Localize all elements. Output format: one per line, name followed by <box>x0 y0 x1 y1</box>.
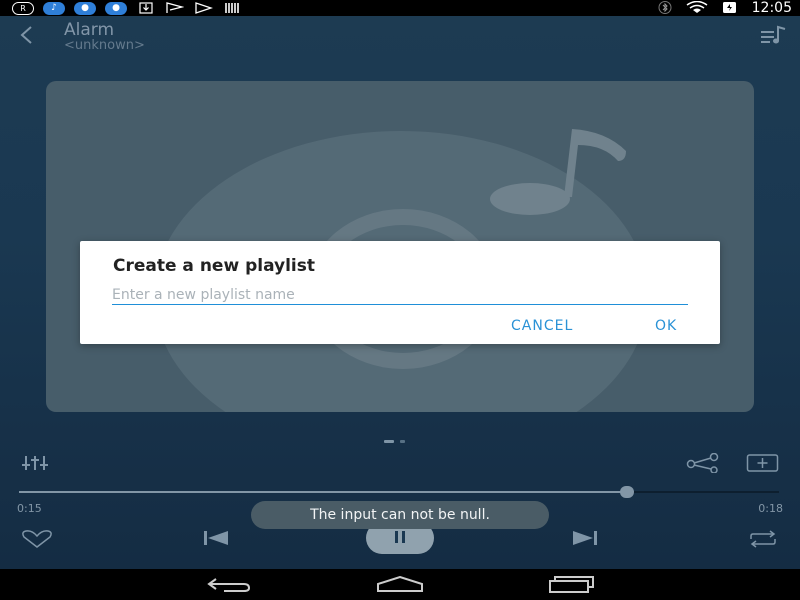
nav-home-icon[interactable] <box>376 575 424 596</box>
clock: 12:05 <box>751 0 792 16</box>
music-note-icon: ♪ <box>43 1 65 15</box>
notification-icons: R ♪ ● ● <box>0 1 243 15</box>
playlist-name-input[interactable] <box>112 285 688 305</box>
system-icons: 12:05 <box>658 0 792 16</box>
cancel-button[interactable]: CANCEL <box>511 318 573 334</box>
status-bar: R ♪ ● ● 12:05 <box>0 0 800 16</box>
bluetooth-icon <box>658 0 672 18</box>
barcode-icon <box>223 2 243 14</box>
navigation-bar <box>0 569 800 600</box>
nav-recent-apps-icon[interactable] <box>549 575 595 597</box>
dialog-title: Create a new playlist <box>113 256 316 276</box>
ok-button[interactable]: OK <box>655 318 677 334</box>
create-playlist-dialog: Create a new playlist CANCEL OK <box>80 241 720 344</box>
water-drop-icon: ● <box>74 1 96 15</box>
r-circle-icon: R <box>12 1 34 15</box>
water-drop-icon: ● <box>105 1 127 15</box>
download-icon <box>136 2 156 14</box>
nav-back-icon[interactable] <box>206 577 252 597</box>
toast-message: The input can not be null. <box>251 501 549 529</box>
wifi-icon <box>686 0 708 18</box>
play-flag-icon <box>194 2 214 14</box>
flag-icon <box>165 2 185 14</box>
battery-icon <box>722 0 738 18</box>
